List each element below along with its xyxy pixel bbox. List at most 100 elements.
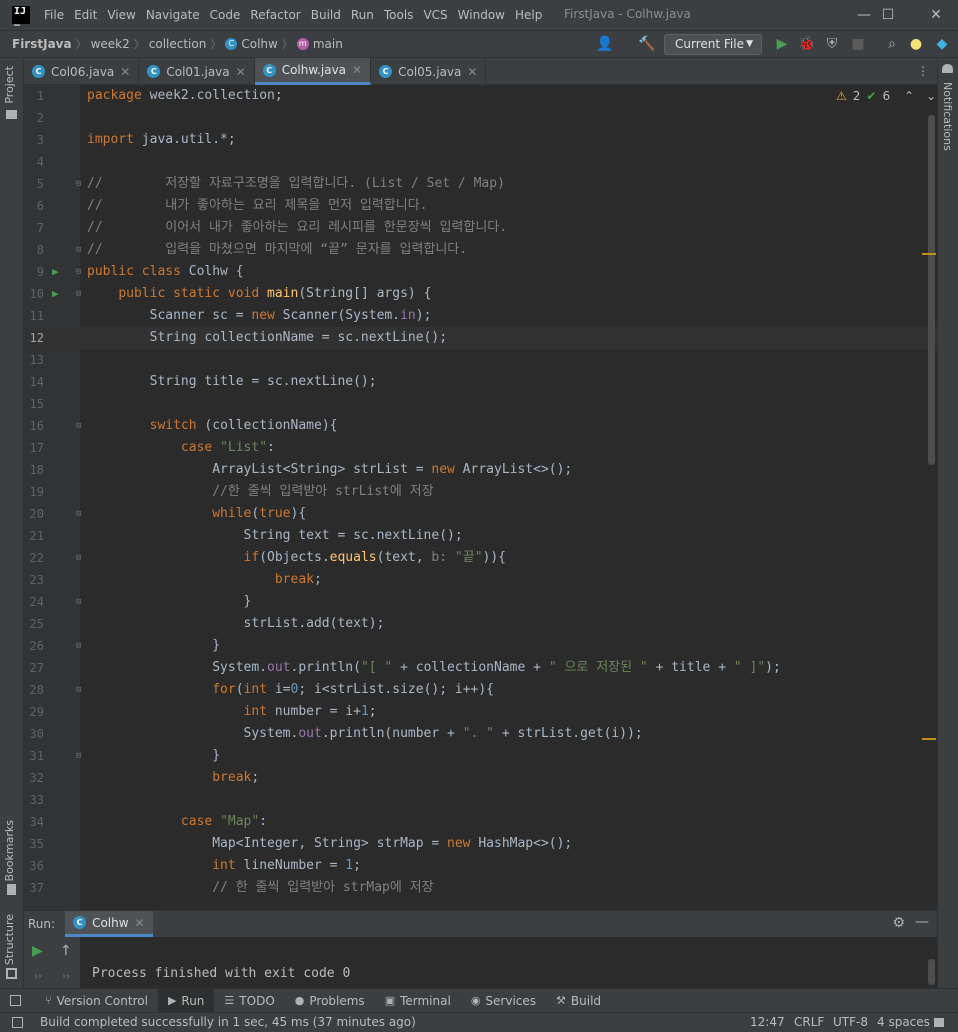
code-line[interactable]: 8 ⊟ // 입력을 마쳤으면 마지막에 “끝” 문자를 입력합니다. <box>24 239 937 261</box>
tool-version-control[interactable]: ⑂ Version Control <box>35 989 158 1013</box>
line-number[interactable]: 23 <box>24 569 44 591</box>
status-message[interactable]: Build completed successfully in 1 sec, 4… <box>40 1015 416 1029</box>
code-line[interactable]: 27 System.out.println("[ " + collectionN… <box>24 657 937 679</box>
code-line[interactable]: 37 // 한 줄씩 입력받아 strMap에 저장 <box>24 877 937 899</box>
line-number[interactable]: 29 <box>24 701 44 723</box>
menu-run[interactable]: Run <box>347 8 378 22</box>
code-line[interactable]: 28 ⊟ for(int i=0; i<strList.size(); i++){ <box>24 679 937 701</box>
menu-file[interactable]: File <box>40 8 68 22</box>
tool-services[interactable]: ◉ Services <box>461 989 546 1013</box>
tab-colhw[interactable]: C Colhw.java ✕ <box>254 58 372 85</box>
structure-tool-tab[interactable]: Structure <box>3 914 16 965</box>
close-icon[interactable]: ✕ <box>120 65 130 79</box>
line-number[interactable]: 19 <box>24 481 44 503</box>
code-line[interactable]: 35 Map<Integer, String> strMap = new Has… <box>24 833 937 855</box>
tab-col05[interactable]: C Col05.java ✕ <box>371 58 487 85</box>
line-number[interactable]: 14 <box>24 371 44 393</box>
line-number[interactable]: 4 <box>24 151 44 173</box>
breadcrumb-method[interactable]: m main <box>296 37 343 51</box>
editor-scrollbar[interactable] <box>928 115 935 465</box>
code-text[interactable]: for(int i=0; i<strList.size(); i++){ <box>87 679 494 701</box>
fold-icon[interactable]: ⊟ <box>76 547 81 569</box>
line-number[interactable]: 25 <box>24 613 44 635</box>
close-icon[interactable]: ✕ <box>352 63 362 77</box>
code-line[interactable]: 33 <box>24 789 937 811</box>
line-number[interactable]: 6 <box>24 195 44 217</box>
line-number[interactable]: 1 <box>24 85 44 107</box>
code-text[interactable]: import java.util.*; <box>87 129 236 151</box>
more-actions-icon[interactable]: ›› <box>34 971 42 982</box>
run-gutter-icon[interactable]: ▶ <box>52 283 59 305</box>
code-text[interactable]: public class Colhw { <box>87 261 244 283</box>
code-line[interactable]: 25 strList.add(text); <box>24 613 937 635</box>
code-line[interactable]: 10 ▶ ⊟ public static void main(String[] ar… <box>24 283 937 305</box>
code-text[interactable]: while(true){ <box>87 503 306 525</box>
code-line[interactable]: 13 <box>24 349 937 371</box>
menu-refactor[interactable]: Refactor <box>246 8 304 22</box>
code-line[interactable]: 21 String text = sc.nextLine(); <box>24 525 937 547</box>
breadcrumb-class[interactable]: C Colhw <box>225 37 278 51</box>
line-number[interactable]: 3 <box>24 129 44 151</box>
fold-icon[interactable]: ⊟ <box>76 679 81 701</box>
line-number[interactable]: 37 <box>24 877 44 899</box>
status-panel-icon[interactable] <box>12 1017 23 1028</box>
code-text[interactable]: System.out.println("[ " + collectionName… <box>87 657 781 679</box>
inspection-widget[interactable]: ⚠ 2 ✔ 6 ⌃ ⌄ <box>836 89 936 103</box>
code-line[interactable]: 36 int lineNumber = 1; <box>24 855 937 877</box>
code-line[interactable]: 3 import java.util.*; <box>24 129 937 151</box>
notifications-bell-icon[interactable] <box>942 64 953 73</box>
scroll-up-icon[interactable]: ↑ <box>60 943 72 959</box>
line-number[interactable]: 21 <box>24 525 44 547</box>
code-line[interactable]: 11 Scanner sc = new Scanner(System.in); <box>24 305 937 327</box>
menu-tools[interactable]: Tools <box>380 8 418 22</box>
code-text[interactable]: // 한 줄씩 입력받아 strMap에 저장 <box>87 877 433 899</box>
fold-icon[interactable]: ⊟ <box>76 591 81 613</box>
indent-setting[interactable]: 4 spaces <box>877 1015 930 1029</box>
code-text[interactable]: } <box>87 635 220 657</box>
code-text[interactable]: } <box>87 591 252 613</box>
code-text[interactable]: int lineNumber = 1; <box>87 855 361 877</box>
code-text[interactable]: // 저장할 자료구조명을 입력합니다. (List / Set / Map) <box>87 173 505 195</box>
code-line[interactable]: 12 String collectionName = sc.nextLine()… <box>24 327 937 349</box>
menu-help[interactable]: Help <box>511 8 546 22</box>
code-line[interactable]: 17 case "List": <box>24 437 937 459</box>
fold-icon[interactable]: ⊟ <box>76 745 81 767</box>
user-icon[interactable]: 👤 <box>596 36 613 52</box>
code-line[interactable]: 32 break; <box>24 767 937 789</box>
code-text[interactable]: int number = i+1; <box>87 701 377 723</box>
tool-terminal[interactable]: ▣ Terminal <box>375 989 461 1013</box>
code-text[interactable]: } <box>87 745 220 767</box>
code-text[interactable]: if(Objects.equals(text, b: "끝")){ <box>87 547 506 569</box>
code-line[interactable]: 23 break; <box>24 569 937 591</box>
line-number[interactable]: 34 <box>24 811 44 833</box>
chevron-up-icon[interactable]: ⌃ <box>904 89 914 103</box>
line-number[interactable]: 17 <box>24 437 44 459</box>
search-icon[interactable]: ⌕ <box>884 36 900 52</box>
code-text[interactable]: //한 줄씩 입력받아 strList에 저장 <box>87 481 433 503</box>
bookmarks-tool-tab[interactable]: Bookmarks <box>3 820 16 881</box>
code-line[interactable]: 24 ⊟ } <box>24 591 937 613</box>
code-line[interactable]: 18 ArrayList<String> strList = new Array… <box>24 459 937 481</box>
code-text[interactable]: package week2.collection; <box>87 85 283 107</box>
notifications-tool-tab[interactable]: Notifications <box>941 82 954 151</box>
line-number[interactable]: 9 <box>24 261 44 283</box>
code-text[interactable]: public static void main(String[] args) { <box>87 283 431 305</box>
menu-window[interactable]: Window <box>454 8 509 22</box>
debug-icon[interactable]: 🐞 <box>798 36 815 52</box>
line-number[interactable]: 10 <box>24 283 44 305</box>
chevron-down-icon[interactable]: ⌄ <box>926 89 936 103</box>
code-line[interactable]: 16 ⊟ switch (collectionName){ <box>24 415 937 437</box>
fold-icon[interactable]: ⊟ <box>76 239 81 261</box>
menu-vcs[interactable]: VCS <box>419 8 451 22</box>
fold-icon[interactable]: ⊟ <box>76 503 81 525</box>
tool-problems[interactable]: ● Problems <box>285 989 375 1013</box>
code-line[interactable]: 9 ▶ ⊟ public class Colhw { <box>24 261 937 283</box>
fold-icon[interactable]: ⊟ <box>76 415 81 437</box>
close-window-icon[interactable]: ✕ <box>914 0 958 30</box>
code-line[interactable]: 6 // 내가 좋아하는 요리 제목을 먼저 입력합니다. <box>24 195 937 217</box>
console-output[interactable]: Process finished with exit code 0 <box>92 966 350 981</box>
code-text[interactable]: // 이어서 내가 좋아하는 요리 레시피를 한문장씩 입력합니다. <box>87 217 507 239</box>
breadcrumb-collection[interactable]: collection <box>149 37 207 51</box>
breadcrumb-project[interactable]: FirstJava <box>12 37 72 51</box>
line-number[interactable]: 15 <box>24 393 44 415</box>
